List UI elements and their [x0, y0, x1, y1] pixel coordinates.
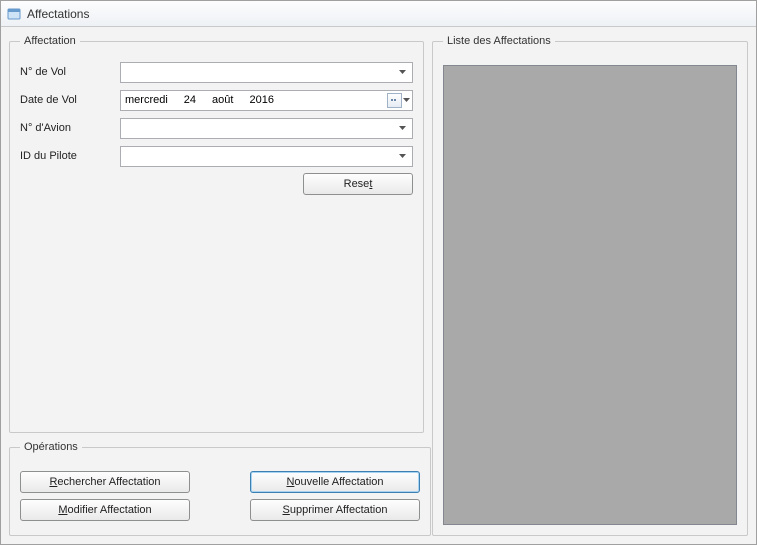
- titlebar: Affectations: [1, 1, 756, 27]
- chevron-down-icon: [395, 65, 410, 80]
- client-area: Affectation N° de Vol Date de Vol mer: [1, 27, 756, 544]
- left-column: Affectation N° de Vol Date de Vol mer: [9, 35, 424, 536]
- row-numero-vol: N° de Vol: [20, 61, 413, 83]
- group-liste-legend: Liste des Affectations: [443, 35, 555, 47]
- affectations-list[interactable]: [443, 65, 737, 525]
- reset-row: Reset: [20, 173, 413, 195]
- modifier-button[interactable]: Modifier Affectation: [20, 499, 190, 521]
- affectations-window: Affectations Affectation N° de Vol Date …: [0, 0, 757, 545]
- date-parts: mercredi 24 août 2016: [125, 94, 274, 106]
- group-liste: Liste des Affectations: [432, 35, 748, 536]
- date-weekday: mercredi: [125, 94, 168, 106]
- label-date-vol: Date de Vol: [20, 94, 120, 106]
- supprimer-button[interactable]: Supprimer Affectation: [250, 499, 420, 521]
- combo-numero-vol[interactable]: [120, 62, 413, 83]
- chevron-down-icon: [395, 121, 410, 136]
- datepicker-date-vol[interactable]: mercredi 24 août 2016: [120, 90, 413, 111]
- group-operations-legend: Opérations: [20, 441, 82, 453]
- window-title: Affectations: [27, 7, 89, 21]
- group-affectation: Affectation N° de Vol Date de Vol mer: [9, 35, 424, 433]
- group-operations: Opérations Rechercher Affectation Nouvel…: [9, 441, 431, 536]
- calendar-icon: [387, 93, 402, 108]
- operations-grid: Rechercher Affectation Nouvelle Affectat…: [20, 467, 420, 521]
- date-month: août: [212, 94, 233, 106]
- combo-numero-avion[interactable]: [120, 118, 413, 139]
- group-affectation-legend: Affectation: [20, 35, 80, 47]
- reset-button[interactable]: Reset: [303, 173, 413, 195]
- date-year: 2016: [249, 94, 273, 106]
- label-numero-avion: N° d'Avion: [20, 122, 120, 134]
- datepicker-trigger[interactable]: [387, 93, 410, 108]
- row-id-pilote: ID du Pilote: [20, 145, 413, 167]
- app-icon: [7, 7, 21, 21]
- row-numero-avion: N° d'Avion: [20, 117, 413, 139]
- chevron-down-icon: [403, 98, 410, 102]
- label-numero-vol: N° de Vol: [20, 66, 120, 78]
- row-date-vol: Date de Vol mercredi 24 août 2016: [20, 89, 413, 111]
- right-column: Liste des Affectations: [432, 35, 748, 536]
- rechercher-button[interactable]: Rechercher Affectation: [20, 471, 190, 493]
- nouvelle-button[interactable]: Nouvelle Affectation: [250, 471, 420, 493]
- date-day: 24: [184, 94, 196, 106]
- combo-id-pilote[interactable]: [120, 146, 413, 167]
- chevron-down-icon: [395, 149, 410, 164]
- label-id-pilote: ID du Pilote: [20, 150, 120, 162]
